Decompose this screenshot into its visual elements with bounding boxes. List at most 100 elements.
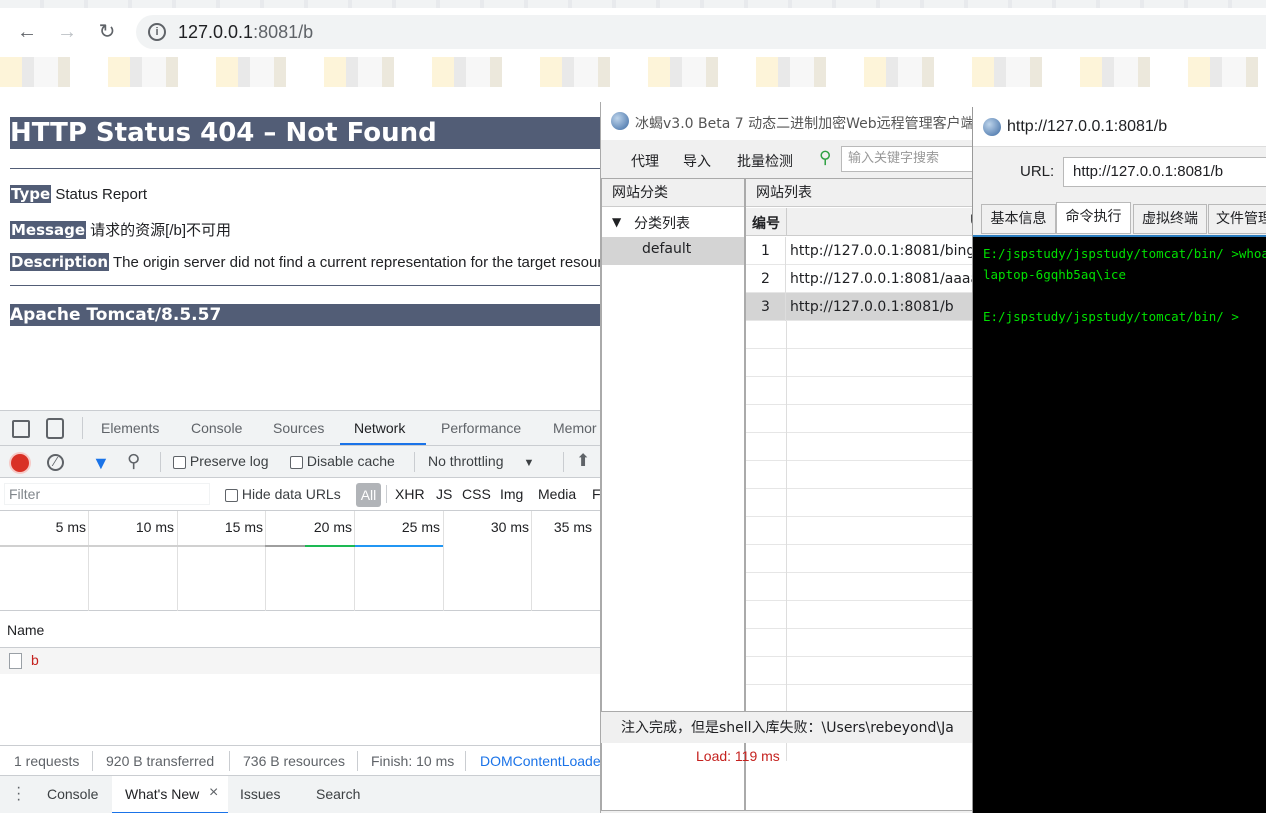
filter-type-css[interactable]: CSS [462, 486, 491, 502]
filter-type-img[interactable]: Img [500, 486, 523, 502]
column-divider [786, 321, 787, 761]
hide-data-urls-checkbox[interactable]: Hide data URLs [225, 486, 341, 502]
bookmarks-bar [0, 57, 1266, 87]
filter-type-font[interactable]: F [592, 486, 600, 502]
tree-expand-icon[interactable]: ▼ [612, 215, 621, 229]
address-url[interactable]: 127.0.0.1:8081/b [178, 22, 313, 43]
separator [160, 452, 161, 472]
menu-batch-check[interactable]: 批量检测 [737, 151, 793, 171]
menu-proxy[interactable]: 代理 [631, 151, 659, 171]
drawer-tab-search[interactable]: Search [316, 786, 360, 802]
reload-icon[interactable]: ↻ [95, 20, 119, 44]
checkbox-box[interactable] [290, 455, 303, 469]
load-time: Load: 119 ms [696, 748, 780, 764]
page-title: HTTP Status 404 – Not Found [10, 117, 600, 149]
row-num: 1 [746, 237, 786, 265]
timeline-tick: 10 ms [135, 519, 174, 535]
timeline-tick: 15 ms [224, 519, 263, 535]
message-value: 请求的资源[/b]不可用 [90, 222, 232, 239]
request-name[interactable]: b [31, 652, 39, 668]
row-url: http://127.0.0.1:8081/bing [790, 243, 973, 259]
device-toolbar-icon[interactable] [46, 418, 64, 439]
timeline-bar-waiting [0, 545, 265, 547]
url-label: URL: [1020, 163, 1055, 180]
tab-virtual-terminal[interactable]: 虚拟终端 [1133, 204, 1207, 234]
type-label: Type [10, 185, 52, 203]
preserve-log-label: Preserve log [189, 453, 269, 469]
grid-line [443, 511, 444, 611]
tab-memory[interactable]: Memor [553, 420, 597, 436]
tree-node-category-list[interactable]: 分类列表 [634, 213, 690, 233]
table-row-selected[interactable]: 3 http://127.0.0.1:8081/b [746, 293, 972, 321]
document-icon [9, 653, 22, 669]
filter-type-js[interactable]: JS [436, 486, 452, 502]
clear-icon[interactable]: ⁄ [47, 454, 64, 471]
requests-count: 1 requests [14, 753, 80, 769]
name-column-header[interactable]: Name [7, 622, 44, 638]
more-vertical-icon[interactable]: · · · [16, 780, 21, 808]
transferred-size: 920 B transferred [106, 753, 215, 769]
table-row[interactable]: 1 http://127.0.0.1:8081/bing [746, 237, 973, 265]
drawer-tab-issues[interactable]: Issues [240, 786, 280, 802]
divider [10, 285, 600, 286]
filter-input[interactable]: Filter [4, 483, 210, 505]
search-icon[interactable]: ⚲ [127, 451, 140, 472]
tab-sources[interactable]: Sources [273, 420, 324, 436]
grid-line [354, 511, 355, 611]
tab-elements[interactable]: Elements [101, 420, 159, 436]
filter-type-media[interactable]: Media [538, 486, 576, 502]
window-titlebar: 冰蝎v3.0 Beta 7 动态二进制加密Web远程管理客户端 [601, 102, 975, 140]
separator [563, 452, 564, 472]
throttling-select[interactable]: No throttling ▼ [428, 453, 534, 469]
network-overview-timeline[interactable]: 5 ms 10 ms 15 ms 20 ms 25 ms 30 ms 35 ms [0, 511, 600, 611]
description-value: The origin server did not find a current… [112, 254, 600, 271]
empty-rows [746, 321, 972, 761]
menu-import[interactable]: 导入 [683, 151, 711, 171]
drawer-tab-console[interactable]: Console [47, 786, 98, 802]
search-input[interactable]: 输入关键字搜索 [841, 146, 973, 172]
import-har-icon[interactable]: ⬆ [576, 451, 590, 471]
tab-console[interactable]: Console [191, 420, 242, 436]
drawer-tab-whats-new-label: What's New [125, 786, 200, 802]
tab-file-manager[interactable]: 文件管理 [1208, 204, 1266, 234]
separator [386, 485, 387, 503]
status-bar: 注入完成，但是shell入库失败：\Users\rebeyond\Ja [601, 711, 973, 743]
inspect-element-icon[interactable] [12, 420, 30, 438]
tab-command-exec[interactable]: 命令执行 [1056, 202, 1131, 234]
record-icon[interactable] [11, 454, 29, 472]
close-icon[interactable]: × [209, 784, 218, 802]
column-num[interactable]: 编号 [752, 213, 780, 233]
filter-type-xhr[interactable]: XHR [395, 486, 425, 502]
timeline-bar-download [355, 545, 443, 547]
drawer-tab-whats-new[interactable]: What's New × [112, 776, 228, 813]
forward-arrow-icon[interactable]: → [55, 20, 79, 44]
hide-data-urls-label: Hide data URLs [241, 486, 341, 502]
description-label: Description [10, 253, 110, 271]
tab-performance[interactable]: Performance [441, 420, 521, 436]
chevron-down-icon: ▼ [523, 457, 535, 469]
site-info-icon[interactable]: i [148, 23, 166, 41]
checkbox-box[interactable] [173, 455, 186, 469]
tab-basic-info[interactable]: 基本信息 [981, 204, 1056, 234]
row-num: 3 [746, 293, 786, 321]
filter-type-all[interactable]: All [356, 483, 381, 507]
command-console[interactable]: E:/jspstudy/jspstudy/tomcat/bin/ >whoami… [973, 235, 1266, 813]
domcontentloaded-time: DOMContentLoaded: 111 ms [480, 753, 600, 769]
disable-cache-checkbox[interactable]: Disable cache [290, 453, 395, 469]
behinder-window: 冰蝎v3.0 Beta 7 动态二进制加密Web远程管理客户端 代理 导入 批量… [600, 102, 975, 813]
requests-table-header: Name [0, 612, 600, 648]
preserve-log-checkbox[interactable]: Preserve log [173, 453, 268, 469]
table-header-row: 编号 U [746, 208, 972, 236]
checkbox-box[interactable] [225, 488, 238, 502]
filter-icon[interactable]: ▼ [92, 453, 110, 474]
separator [465, 751, 466, 771]
window-title: 冰蝎v3.0 Beta 7 动态二进制加密Web远程管理客户端 [635, 116, 975, 132]
table-row[interactable]: 2 http://127.0.0.1:8081/aaaa [746, 265, 972, 293]
table-row[interactable]: b [0, 648, 600, 674]
tab-network[interactable]: Network [354, 420, 405, 436]
separator [82, 417, 83, 439]
back-arrow-icon[interactable]: ← [15, 20, 39, 44]
tree-node-default[interactable]: default [602, 237, 744, 265]
url-field[interactable]: http://127.0.0.1:8081/b [1063, 157, 1266, 187]
address-bar[interactable]: i 127.0.0.1:8081/b [136, 15, 1266, 49]
